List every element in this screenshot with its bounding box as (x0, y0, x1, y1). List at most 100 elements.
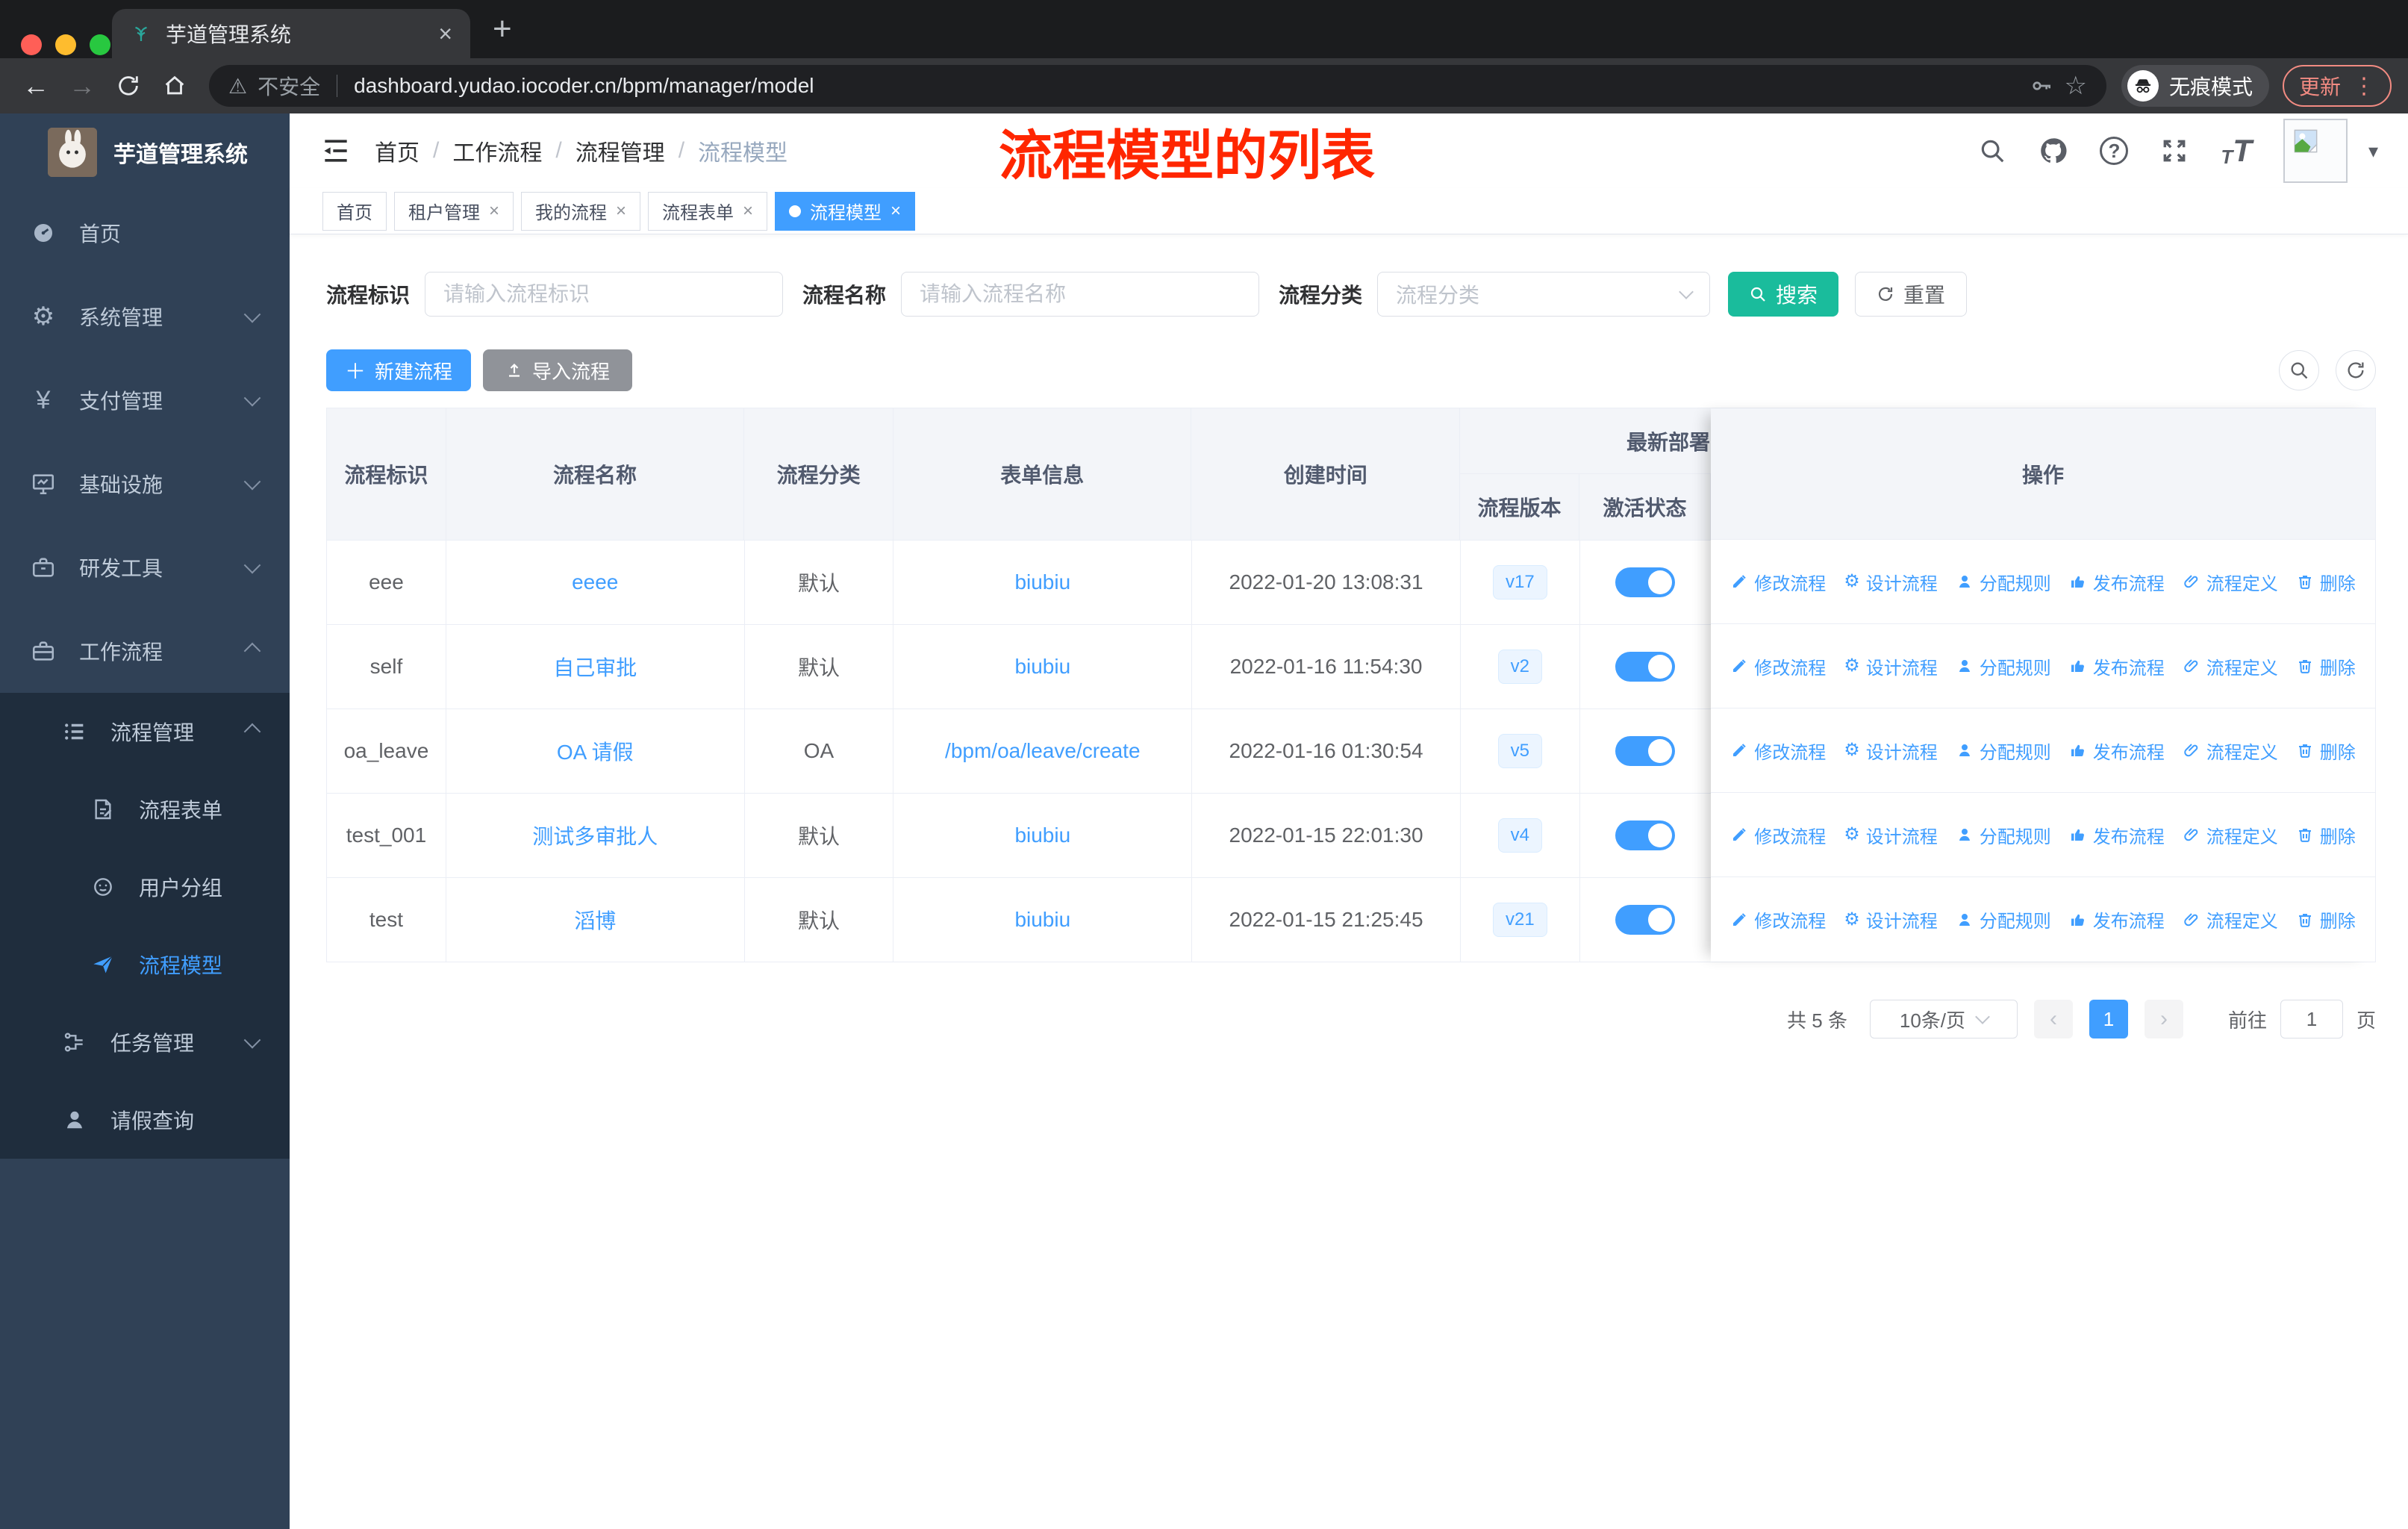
active-toggle[interactable] (1615, 736, 1676, 766)
active-toggle[interactable] (1615, 652, 1676, 682)
sidebar-item-process-model[interactable]: 流程模型 (0, 926, 290, 1003)
process-name-link[interactable]: 测试多审批人 (532, 820, 658, 850)
breadcrumb-item[interactable]: 流程管理 (576, 134, 665, 167)
page-size-select[interactable]: 10条/页 (1869, 1000, 2018, 1038)
prev-page-button[interactable]: ‹ (2033, 1000, 2073, 1038)
design-process-link[interactable]: ⚙ 设计流程 (1844, 822, 1938, 848)
edit-process-link[interactable]: 修改流程 (1730, 822, 1826, 848)
form-info-link[interactable]: biubiu (1014, 823, 1070, 847)
fullscreen-icon[interactable] (2159, 136, 2189, 166)
url-text[interactable]: dashboard.yudao.iocoder.cn/bpm/manager/m… (354, 74, 2019, 98)
font-size-icon[interactable]: TT (2221, 135, 2252, 167)
assign-rule-link[interactable]: 分配规则 (1956, 653, 2051, 679)
active-toggle[interactable] (1615, 905, 1676, 935)
design-process-link[interactable]: ⚙ 设计流程 (1844, 653, 1938, 679)
forward-icon[interactable]: → (63, 66, 102, 105)
publish-process-link[interactable]: 发布流程 (2069, 569, 2165, 595)
sidebar-item-home[interactable]: 首页 (0, 191, 290, 275)
form-info-link[interactable]: biubiu (1014, 655, 1070, 679)
delete-link[interactable]: 删除 (2296, 738, 2356, 764)
assign-rule-link[interactable]: 分配规则 (1956, 906, 2051, 932)
close-icon[interactable]: × (743, 201, 753, 222)
browser-tab[interactable]: 芋道管理系统 × (112, 9, 470, 58)
delete-link[interactable]: 删除 (2296, 822, 2356, 848)
home-icon[interactable] (155, 66, 194, 105)
not-secure-warning-icon[interactable]: ⚠ (228, 74, 247, 99)
new-tab-button[interactable]: + (493, 10, 512, 48)
show-search-button[interactable] (2279, 350, 2319, 390)
process-definition-link[interactable]: 流程定义 (2183, 738, 2278, 764)
bookmark-star-icon[interactable]: ☆ (2064, 66, 2086, 105)
next-page-button[interactable]: › (2144, 1000, 2183, 1038)
sidebar-item-leave-query[interactable]: 请假查询 (0, 1081, 290, 1159)
breadcrumb-item[interactable]: 首页 (375, 134, 419, 167)
process-definition-link[interactable]: 流程定义 (2183, 653, 2278, 679)
edit-process-link[interactable]: 修改流程 (1730, 738, 1826, 764)
delete-link[interactable]: 删除 (2296, 653, 2356, 679)
sidebar-item-workflow[interactable]: 工作流程 (0, 609, 290, 693)
design-process-link[interactable]: ⚙ 设计流程 (1844, 569, 1938, 595)
sidebar-item-task-manage[interactable]: 任务管理 (0, 1003, 290, 1081)
window-zoom-button[interactable] (90, 34, 110, 55)
reset-button[interactable]: 重置 (1855, 272, 1968, 317)
password-key-icon[interactable] (2030, 74, 2053, 98)
current-page-button[interactable]: 1 (2089, 1000, 2128, 1038)
window-close-button[interactable] (21, 34, 42, 55)
window-minimize-button[interactable] (55, 34, 76, 55)
design-process-link[interactable]: ⚙ 设计流程 (1844, 738, 1938, 764)
edit-process-link[interactable]: 修改流程 (1730, 569, 1826, 595)
process-category-select[interactable]: 流程分类 (1377, 272, 1711, 317)
tab-close-icon[interactable]: × (438, 22, 452, 46)
process-name-link[interactable]: 滔博 (574, 905, 616, 935)
process-id-input[interactable] (425, 272, 784, 317)
avatar-caret-icon[interactable]: ▾ (2368, 140, 2378, 163)
delete-link[interactable]: 删除 (2296, 906, 2356, 932)
tag-process-model[interactable]: 流程模型 × (775, 191, 916, 231)
refresh-table-button[interactable] (2336, 350, 2376, 390)
publish-process-link[interactable]: 发布流程 (2069, 906, 2165, 932)
publish-process-link[interactable]: 发布流程 (2069, 653, 2165, 679)
close-icon[interactable]: × (890, 201, 901, 222)
back-icon[interactable]: ← (16, 66, 55, 105)
edit-process-link[interactable]: 修改流程 (1730, 906, 1826, 932)
search-button[interactable]: 搜索 (1728, 272, 1839, 317)
sidebar-item-payment[interactable]: ¥ 支付管理 (0, 358, 290, 442)
delete-link[interactable]: 删除 (2296, 569, 2356, 595)
form-info-link[interactable]: /bpm/oa/leave/create (945, 739, 1141, 763)
tag-process-form[interactable]: 流程表单 × (648, 191, 768, 231)
browser-update-button[interactable]: 更新 ⋮ (2282, 65, 2392, 107)
tag-tenant[interactable]: 租户管理 × (394, 191, 514, 231)
sidebar-item-process-form[interactable]: 流程表单 (0, 770, 290, 848)
assign-rule-link[interactable]: 分配规则 (1956, 569, 2051, 595)
search-icon[interactable] (1977, 136, 2007, 166)
sidebar-item-devtools[interactable]: 研发工具 (0, 526, 290, 609)
close-icon[interactable]: × (616, 201, 626, 222)
goto-page-input[interactable] (2280, 1000, 2343, 1038)
process-name-input[interactable] (901, 272, 1260, 317)
help-icon[interactable]: ? (2100, 137, 2129, 165)
process-name-link[interactable]: eeee (572, 570, 618, 594)
design-process-link[interactable]: ⚙ 设计流程 (1844, 906, 1938, 932)
publish-process-link[interactable]: 发布流程 (2069, 822, 2165, 848)
close-icon[interactable]: × (489, 201, 499, 222)
reload-icon[interactable] (109, 66, 148, 105)
sidebar-collapse-icon[interactable] (319, 134, 352, 167)
breadcrumb-item[interactable]: 工作流程 (452, 134, 542, 167)
process-name-link[interactable]: 自己审批 (553, 652, 637, 682)
tag-my-process[interactable]: 我的流程 × (521, 191, 641, 231)
active-toggle[interactable] (1615, 820, 1676, 850)
active-toggle[interactable] (1615, 567, 1676, 597)
browser-menu-icon[interactable]: ⋮ (2353, 73, 2375, 99)
process-definition-link[interactable]: 流程定义 (2183, 822, 2278, 848)
sidebar-item-infra[interactable]: 基础设施 (0, 442, 290, 526)
avatar[interactable] (2283, 119, 2348, 183)
form-info-link[interactable]: biubiu (1014, 570, 1070, 594)
process-definition-link[interactable]: 流程定义 (2183, 906, 2278, 932)
sidebar-item-user-group[interactable]: 用户分组 (0, 848, 290, 926)
import-process-button[interactable]: 导入流程 (483, 349, 632, 391)
edit-process-link[interactable]: 修改流程 (1730, 653, 1826, 679)
process-name-link[interactable]: OA 请假 (557, 736, 634, 766)
assign-rule-link[interactable]: 分配规则 (1956, 822, 2051, 848)
github-icon[interactable] (2039, 136, 2068, 166)
form-info-link[interactable]: biubiu (1014, 908, 1070, 932)
